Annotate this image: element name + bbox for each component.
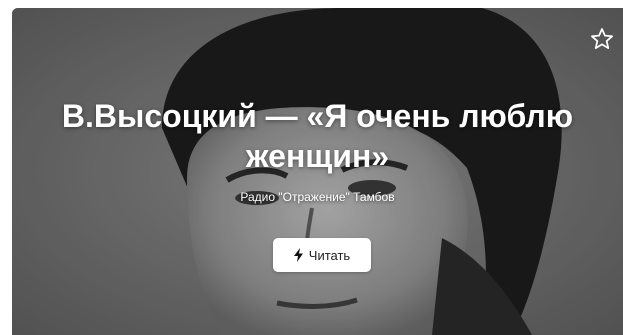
read-button[interactable]: Читать <box>273 238 371 272</box>
lightning-bolt-icon <box>293 248 303 262</box>
source-name: Радио "Отражение" Тамбов <box>240 190 395 204</box>
star-outline-icon[interactable] <box>589 26 615 52</box>
read-button-label: Читать <box>308 247 351 263</box>
article-title[interactable]: В.Высоцкий — «Я очень люблю женщин» <box>32 96 603 176</box>
article-card[interactable]: В.Высоцкий — «Я очень люблю женщин» Ради… <box>12 8 623 335</box>
